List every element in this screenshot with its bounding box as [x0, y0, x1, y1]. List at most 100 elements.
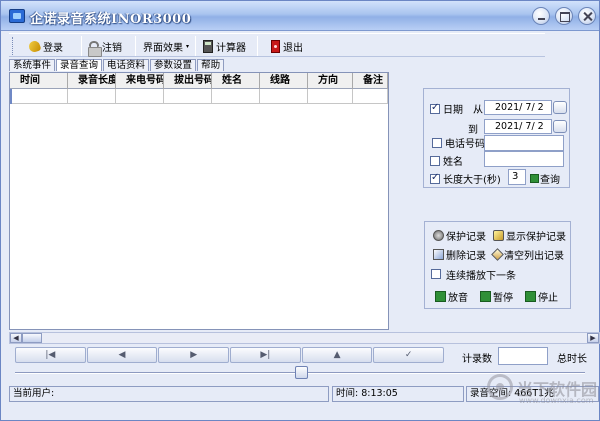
login-label: 登录 [43, 42, 63, 54]
column-header-name[interactable]: 姓名 [212, 73, 260, 89]
table-cell[interactable] [164, 89, 212, 104]
horizontal-scrollbar[interactable]: ◀ ▶ [9, 332, 600, 344]
exit-button[interactable]: 退出 [271, 37, 303, 55]
to-date-field[interactable]: 2021/ 7/ 2 [484, 119, 552, 134]
to-date-picker-button[interactable] [553, 120, 567, 133]
table-cell[interactable] [212, 89, 260, 104]
table-cell[interactable] [10, 89, 68, 104]
name-input[interactable] [484, 151, 564, 167]
tab-phone-info[interactable]: 电话资料 [103, 59, 150, 71]
stop-label: 停止 [538, 292, 558, 304]
operation-panel: 保护记录 显示保护记录 删除记录 清空列出记录 连续播放下一条 放音 暂停 停止 [424, 221, 571, 309]
protect-record-button[interactable]: 保护记录 [433, 227, 486, 243]
date-filter[interactable]: 日期 从 [430, 101, 483, 116]
ui-effect-menu[interactable]: 界面效果 ▾ [143, 37, 189, 55]
delete-icon [433, 248, 444, 260]
play-label: 放音 [448, 292, 468, 304]
logout-button[interactable]: 注销 [88, 37, 122, 57]
recordings-table[interactable]: 时间 录音长度 来电号码 拔出号码 姓名 线路 方向 备注 [9, 72, 389, 330]
table-row[interactable] [10, 89, 388, 104]
toolbar-separator [257, 36, 258, 56]
pause-button[interactable]: 暂停 [480, 288, 513, 304]
column-header-duration[interactable]: 录音长度 [68, 73, 116, 89]
continuous-play-option[interactable]: 连续播放下一条 [431, 266, 516, 282]
column-header-dialed[interactable]: 拔出号码 [164, 73, 212, 89]
nav-last-button[interactable]: ▶| [230, 347, 301, 363]
ui-effect-label: 界面效果 [143, 42, 183, 54]
minimize-button[interactable] [532, 7, 550, 25]
toolbar: 登录 注销 界面效果 ▾ 计算器 退出 [9, 33, 545, 57]
name-filter[interactable]: 姓名 [430, 153, 463, 168]
table-cell[interactable] [260, 89, 308, 104]
column-header-caller[interactable]: 来电号码 [116, 73, 164, 89]
phone-label: 电话号码 [445, 139, 485, 150]
scroll-right-arrow[interactable]: ▶ [587, 333, 599, 343]
main-window: 企诺录音系统INOR3000 登录 注销 界面效果 ▾ 计算器 退出 系统事件 … [0, 0, 600, 421]
query-label: 查询 [540, 175, 560, 186]
clear-label: 清空列出记录 [504, 250, 564, 262]
play-icon [435, 290, 446, 302]
from-date-field[interactable]: 2021/ 7/ 2 [484, 100, 552, 115]
close-button[interactable] [578, 7, 596, 25]
login-button[interactable]: 登录 [27, 37, 63, 55]
from-date-picker-button[interactable] [553, 101, 567, 114]
tab-system-events[interactable]: 系统事件 [9, 59, 56, 71]
play-button[interactable]: 放音 [435, 288, 468, 304]
length-label: 长度大于(秒) [443, 175, 501, 186]
stop-button[interactable]: 停止 [525, 288, 558, 304]
nav-prev-button[interactable]: ◀ [86, 347, 158, 363]
status-current-user: 当前用户: [9, 386, 329, 402]
nav-up-button[interactable]: ▲ [301, 347, 373, 363]
toolbar-grip[interactable] [12, 37, 15, 55]
length-filter[interactable]: 长度大于(秒) [430, 171, 501, 186]
app-icon [9, 9, 25, 23]
show-protected-button[interactable]: 显示保护记录 [493, 227, 566, 243]
tab-parameter-settings[interactable]: 参数设置 [150, 59, 197, 71]
length-input[interactable]: 3 [508, 169, 526, 185]
column-header-line[interactable]: 线路 [260, 73, 308, 89]
name-checkbox[interactable] [430, 155, 440, 166]
pause-icon [480, 290, 491, 302]
dropdown-arrow-icon: ▾ [186, 42, 190, 50]
table-cell[interactable] [68, 89, 116, 104]
scroll-thumb[interactable] [22, 333, 42, 343]
to-label: 到 [468, 125, 478, 136]
playback-slider-thumb[interactable] [295, 366, 308, 379]
column-header-time[interactable]: 时间 [10, 73, 68, 89]
scroll-left-arrow[interactable]: ◀ [10, 333, 22, 343]
protect-icon [433, 229, 444, 241]
record-count-field [498, 347, 548, 365]
tab-recording-query[interactable]: 录音查询 [56, 59, 103, 71]
show-protected-label: 显示保护记录 [506, 231, 566, 243]
calculator-button[interactable]: 计算器 [203, 37, 246, 55]
phone-checkbox[interactable] [432, 137, 442, 148]
from-label: 从 [473, 105, 483, 116]
table-cell[interactable] [308, 89, 353, 104]
column-header-direction[interactable]: 方向 [308, 73, 353, 89]
phone-filter[interactable]: 电话号码 [432, 135, 485, 150]
nav-first-button[interactable]: |◀ [15, 347, 86, 363]
clear-list-button[interactable]: 清空列出记录 [491, 246, 564, 262]
tab-help[interactable]: 帮助 [197, 59, 225, 71]
query-icon [530, 174, 539, 183]
nav-confirm-button[interactable]: ✓ [373, 347, 445, 363]
phone-input[interactable] [484, 135, 564, 151]
filter-panel: 日期 从 2021/ 7/ 2 到 2021/ 7/ 2 电话号码 姓名 长度大… [423, 88, 570, 188]
length-checkbox[interactable] [430, 172, 440, 184]
toolbar-separator [135, 36, 136, 56]
delete-record-button[interactable]: 删除记录 [433, 246, 486, 262]
delete-label: 删除记录 [446, 250, 486, 262]
query-button[interactable]: 查询 [530, 171, 560, 186]
continuous-play-checkbox[interactable] [431, 269, 441, 279]
nav-next-button[interactable]: ▶ [158, 347, 230, 363]
column-header-remark[interactable]: 备注 [353, 73, 388, 89]
record-navigator: |◀ ◀ ▶ ▶| ▲ ✓ [15, 347, 445, 363]
date-checkbox[interactable] [430, 102, 440, 114]
title-bar[interactable]: 企诺录音系统INOR3000 [1, 1, 599, 31]
table-cell[interactable] [116, 89, 164, 104]
calculator-label: 计算器 [216, 42, 246, 54]
maximize-button[interactable] [555, 7, 573, 25]
toolbar-separator [195, 36, 196, 56]
tab-strip: 系统事件 录音查询 电话资料 参数设置 帮助 [9, 59, 225, 71]
table-cell[interactable] [353, 89, 388, 104]
